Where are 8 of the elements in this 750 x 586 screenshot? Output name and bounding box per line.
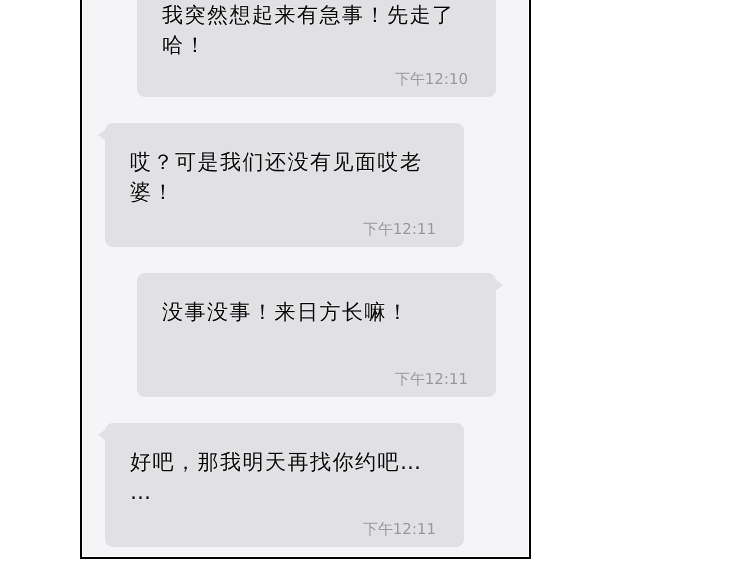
message-text: 我突然想起来有急事！先走了哈！ — [162, 2, 456, 59]
message-time: 下午12:11 — [362, 520, 436, 539]
message-text: 哎？可是我们还没有见面哎老婆！ — [130, 149, 424, 206]
message-text: 没事没事！来日方长嘛！ — [162, 299, 410, 326]
message-time: 下午12:10 — [394, 70, 468, 89]
message-time: 下午12:11 — [362, 220, 436, 239]
message-time: 下午12:11 — [394, 370, 468, 389]
message-text: 好吧，那我明天再找你约吧…… — [130, 449, 424, 506]
